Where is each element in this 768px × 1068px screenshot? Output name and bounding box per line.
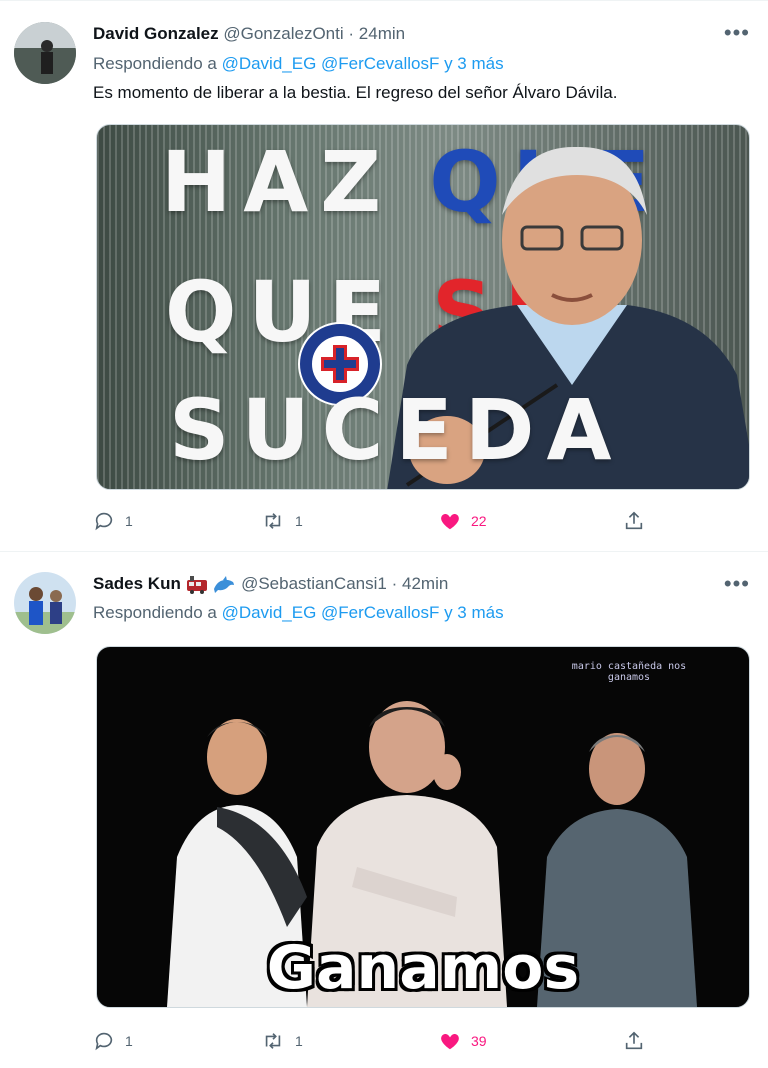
train-emoji-icon [186,575,207,594]
reply-button[interactable]: 1 [93,510,133,532]
tweet-image[interactable]: mario castañeda nos ganamos Ganamos [96,646,750,1008]
author-name[interactable]: Sades Kun [93,574,181,593]
like-button[interactable]: 22 [439,510,487,532]
meme-text-line3: SUCEDA [169,381,624,479]
tweet-2[interactable]: Sades Kun @SebastianCansi1 · 42min ••• R… [0,552,768,1068]
like-button[interactable]: 39 [439,1030,487,1052]
reply-icon [95,512,113,531]
more-options-icon[interactable]: ••• [724,571,750,597]
tweet-header: Sades Kun @SebastianCansi1 · 42min [93,574,448,595]
retweet-icon [265,513,281,529]
avatar[interactable] [14,572,76,634]
reply-prefix: Respondiendo a [93,54,217,73]
meme-caption: Ganamos [266,933,580,1003]
like-count: 39 [471,1033,487,1049]
tweet-1[interactable]: David Gonzalez @GonzalezOnti · 24min •••… [0,0,768,550]
timestamp[interactable]: 24min [359,24,405,43]
separator: · [391,574,398,593]
share-icon [625,511,643,530]
share-button[interactable] [623,510,645,532]
reply-count: 1 [125,513,133,529]
timestamp[interactable]: 42min [402,574,448,593]
dolphin-emoji-icon [214,575,235,593]
replying-to: Respondiendo a @David_EG @FerCevallosF y… [93,54,504,74]
share-button[interactable] [623,1030,645,1052]
author-handle[interactable]: @SebastianCansi1 [241,574,387,593]
more-options-icon[interactable]: ••• [724,20,750,46]
reply-icon [95,1032,113,1051]
tweet-actions: 1 1 22 [93,508,653,536]
tweet-text: Es momento de liberar a la bestia. El re… [93,83,618,102]
retweet-icon [265,1033,281,1049]
reply-button[interactable]: 1 [93,1030,133,1052]
author-handle[interactable]: @GonzalezOnti [223,24,343,43]
heart-icon [441,513,459,530]
reply-count: 1 [125,1033,133,1049]
replying-to: Respondiendo a @David_EG @FerCevallosF y… [93,603,504,623]
retweet-count: 1 [295,1033,303,1049]
retweet-count: 1 [295,513,303,529]
retweet-button[interactable]: 1 [261,510,303,532]
retweet-button[interactable]: 1 [261,1030,303,1052]
tweet-actions: 1 1 39 [93,1028,653,1056]
heart-icon [441,1033,459,1050]
like-count: 22 [471,513,487,529]
reply-mentions[interactable]: @David_EG @FerCevallosF y 3 más [222,54,504,73]
tweet-header: David Gonzalez @GonzalezOnti · 24min [93,24,405,44]
reply-prefix: Respondiendo a [93,603,217,622]
image-credit: mario castañeda nos ganamos [571,661,687,683]
reply-mentions[interactable]: @David_EG @FerCevallosF y 3 más [222,603,504,622]
author-name[interactable]: David Gonzalez [93,24,219,43]
avatar[interactable] [14,22,76,84]
separator: · [348,24,355,43]
share-icon [625,1031,643,1050]
tweet-image[interactable]: HAZQUE QUESE SUCEDA [96,124,750,490]
